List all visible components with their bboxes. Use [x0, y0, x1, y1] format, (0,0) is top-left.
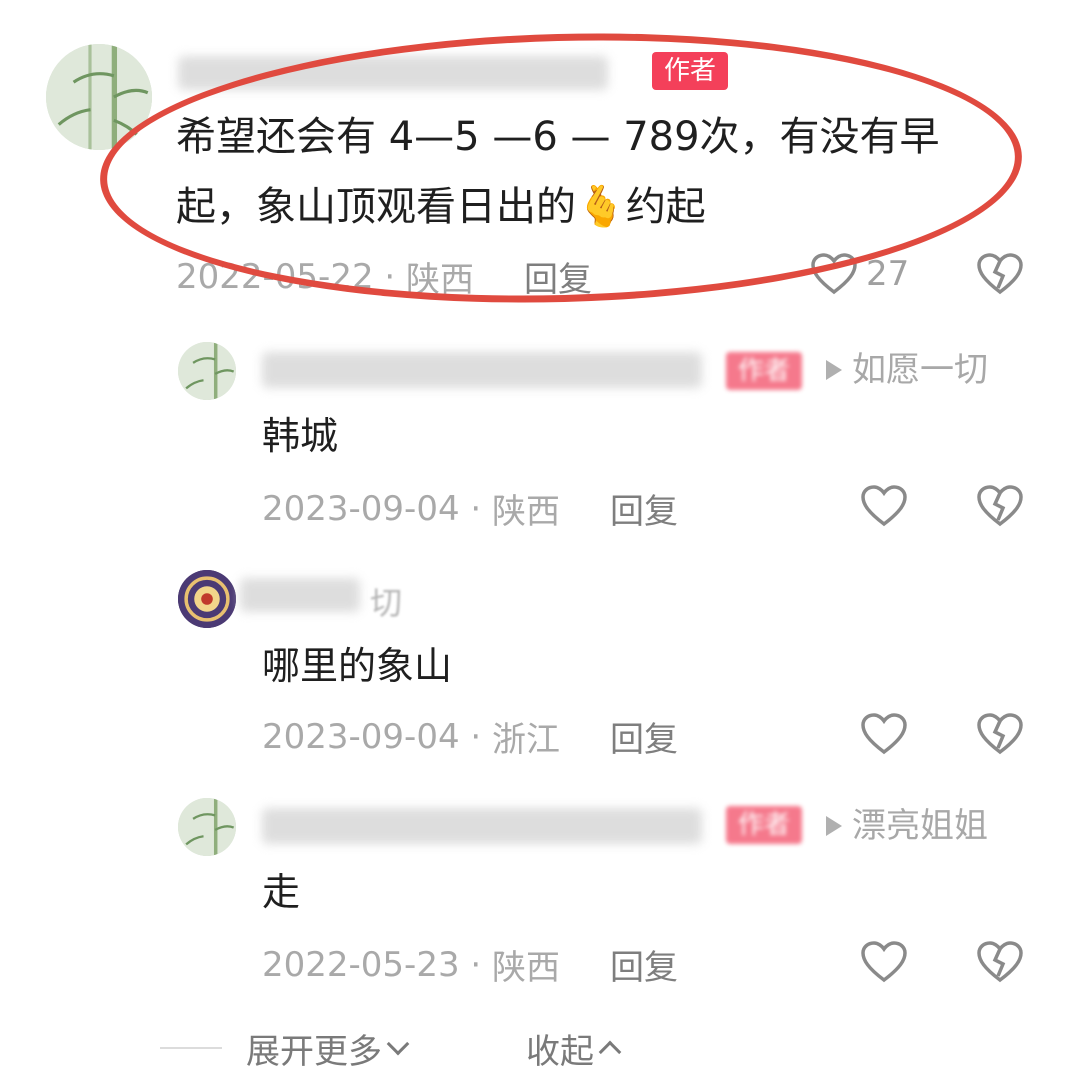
collapse-button[interactable]: 收起: [526, 1024, 622, 1068]
reply-text: 哪里的象山: [262, 644, 453, 688]
reply-arrow-icon: [826, 360, 842, 380]
dislike-broken-heart-icon[interactable]: [976, 252, 1024, 296]
like-heart-icon[interactable]: [860, 484, 908, 528]
like-heart-icon[interactable]: [860, 712, 908, 756]
chevron-up-icon: [598, 1040, 622, 1064]
reply-button[interactable]: 回复: [610, 712, 678, 761]
dislike-broken-heart-icon[interactable]: [976, 484, 1024, 528]
reply-location: 浙江: [492, 720, 561, 760]
thread-footer: 展开更多 收起: [160, 1028, 622, 1068]
collapse-label: 收起: [526, 1031, 594, 1068]
reply-button[interactable]: 回复: [610, 484, 678, 533]
username-blurred: [262, 808, 702, 844]
expand-more-label: 展开更多: [246, 1031, 382, 1068]
separator: ·: [470, 488, 482, 529]
reply-date: 2023-09-04: [262, 488, 460, 529]
reply-meta: 2023-09-04 · 陕西 回复: [262, 484, 678, 533]
bamboo-avatar-icon: [178, 798, 236, 856]
username-blurred: [262, 352, 702, 388]
reply-to-name[interactable]: 漂亮姐姐: [852, 806, 988, 846]
reply-to: 漂亮姐姐: [826, 806, 988, 846]
reply-meta: 2022-05-23 · 陕西 回复: [262, 940, 678, 989]
chevron-down-icon: [386, 1032, 410, 1056]
reply-date: 2023-09-04: [262, 716, 460, 757]
comment-thread: 作者 希望还会有 4—5 —6 — 789次，有没有早 起，象山顶观看日出的🫰约…: [0, 0, 1080, 1068]
reply-location: 陕西: [492, 492, 561, 532]
separator: ·: [470, 944, 482, 985]
avatar[interactable]: [178, 570, 236, 628]
mandala-avatar-icon: [178, 570, 236, 628]
reply-text: 韩城: [262, 414, 339, 458]
author-badge: 作者: [726, 806, 803, 844]
username-blurred: [240, 578, 360, 612]
expand-more-button[interactable]: 展开更多: [246, 1024, 410, 1068]
reply-meta: 2023-09-04 · 浙江 回复: [262, 712, 678, 761]
avatar[interactable]: [178, 798, 236, 856]
bamboo-avatar-icon: [178, 342, 236, 400]
username-fragment: 切: [370, 584, 403, 622]
dislike-broken-heart-icon[interactable]: [976, 940, 1024, 984]
avatar[interactable]: [178, 342, 236, 400]
dislike-broken-heart-icon[interactable]: [976, 712, 1024, 756]
reply-arrow-icon: [826, 816, 842, 836]
like-count: 27: [866, 254, 910, 294]
separator: ·: [470, 716, 482, 757]
author-badge: 作者: [726, 352, 803, 390]
reply-location: 陕西: [492, 948, 561, 988]
divider: [160, 1047, 222, 1049]
reply-to-name[interactable]: 如愿一切: [852, 350, 988, 390]
reply-to: 如愿一切: [826, 350, 988, 390]
like-heart-icon[interactable]: [860, 940, 908, 984]
reply-date: 2022-05-23: [262, 944, 460, 985]
reply-button[interactable]: 回复: [610, 940, 678, 989]
reply-text: 走: [262, 870, 301, 914]
